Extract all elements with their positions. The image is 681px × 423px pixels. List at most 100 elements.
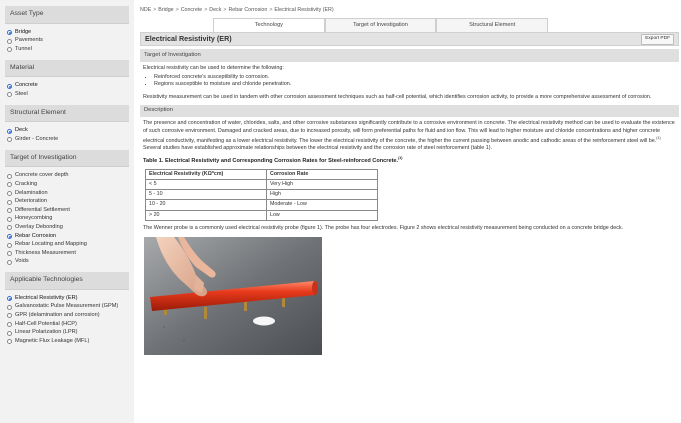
technology-option-gpr-delamination-and-corrosion[interactable]: GPR (delamination and corrosion) (7, 312, 127, 320)
resistivity-table: Electrical Resistivity (KΩ*cm) Corrosion … (145, 168, 378, 221)
radio-button-icon[interactable] (7, 38, 12, 44)
option-label: Pavements (15, 37, 43, 44)
radio-button-icon[interactable] (7, 173, 12, 179)
radio-button-icon[interactable] (7, 242, 12, 248)
target-option-rebar-corrosion[interactable]: Rebar Corrosion (7, 233, 127, 241)
radio-button-icon[interactable] (7, 233, 12, 239)
radio-button-icon[interactable] (7, 137, 12, 143)
target-option-differential-settlement[interactable]: Differential Settlement (7, 207, 127, 215)
technology-option-electrical-resistivity-er[interactable]: Electrical Resistivity (ER) (7, 295, 127, 303)
radio-button-icon[interactable] (7, 251, 12, 257)
tab-target-of-investigation[interactable]: Target of Investigation (324, 17, 437, 33)
asset-type-option-pavements[interactable]: Pavements (7, 37, 127, 45)
table-cell: 10 - 20 (145, 199, 267, 211)
table-row: < 5 Very High (145, 178, 378, 191)
technology-option-linear-polarization-lpr[interactable]: Linear Polarization (LPR) (7, 329, 127, 337)
radio-button-icon[interactable] (7, 128, 12, 134)
table-cell: > 20 (145, 209, 267, 221)
radio-button-icon[interactable] (7, 313, 12, 319)
radio-button-icon[interactable] (7, 30, 12, 36)
wenner-paragraph: The Wenner probe is a commonly used elec… (143, 224, 624, 231)
radio-button-icon[interactable] (7, 199, 12, 205)
radio-button-icon[interactable] (7, 259, 12, 265)
table-caption: Table 1. Electrical Resistivity and Corr… (140, 152, 679, 168)
target-section-heading: Target of Investigation (140, 49, 679, 62)
material-group: Material Concrete Steel (5, 59, 129, 105)
option-label: Voids (15, 258, 29, 265)
table-body: < 5 Very High 5 - 10 High 10 - 20 Moderate - … (145, 178, 378, 221)
breadcrumb-item-nde[interactable]: NDE (140, 7, 151, 13)
tab-technology[interactable]: Technology (213, 17, 325, 33)
structural-element-option-deck[interactable]: Deck (7, 127, 127, 135)
radio-button-icon[interactable] (7, 182, 12, 188)
radio-button-icon[interactable] (7, 216, 12, 222)
table-row: 5 - 10 High (145, 188, 378, 201)
technology-option-half-cell-potential-hcp[interactable]: Half-Cell Potential (HCP) (7, 321, 127, 329)
table-header-row: Electrical Resistivity (KΩ*cm) Corrosion … (145, 168, 378, 180)
target-group: Target of Investigation Concrete cover d… (5, 149, 129, 272)
breadcrumb-item-deck[interactable]: Deck (209, 7, 221, 13)
technologies-group: Applicable Technologies Electrical Resis… (5, 272, 129, 351)
asset-type-heading: Asset Type (5, 6, 129, 24)
asset-type-option-tunnel[interactable]: Tunnel (7, 46, 127, 54)
breadcrumb-item-electrical-resistivity-er: Electrical Resistivity (ER) (274, 7, 334, 13)
structural-element-heading: Structural Element (5, 104, 129, 123)
radio-button-icon[interactable] (7, 225, 12, 231)
tab-structural-element[interactable]: Structural Element (436, 17, 549, 33)
technologies-options: Electrical Resistivity (ER) Galvanostatic… (5, 293, 129, 352)
radio-button-icon[interactable] (7, 92, 12, 98)
material-option-steel[interactable]: Steel (7, 91, 127, 99)
target-heading: Target of Investigation (5, 149, 129, 168)
radio-button-icon[interactable] (7, 330, 12, 336)
technology-option-galvanostatic-pulse-measurement-gpm[interactable]: Galvanostatic Pulse Measurement (GPM) (7, 303, 127, 311)
tab-bar: Technology Target of Investigation Structu… (213, 17, 549, 33)
target-option-honeycombing[interactable]: Honeycombing (7, 215, 127, 223)
target-option-deterioration[interactable]: Deterioration (7, 198, 127, 206)
target-option-cracking[interactable]: Cracking (7, 181, 127, 189)
breadcrumb-separator: > (175, 7, 179, 13)
option-label: Differential Settlement (15, 206, 70, 213)
breadcrumb-item-bridge[interactable]: Bridge (158, 7, 173, 13)
asset-type-option-bridge[interactable]: Bridge (7, 29, 127, 37)
wenner-probe-photo (144, 237, 322, 356)
description-heading: Description (140, 104, 679, 118)
target-bullet-list: Reinforced concrete's susceptibility to … (154, 74, 679, 89)
radio-button-icon[interactable] (7, 321, 12, 327)
structural-element-option-girder-concrete[interactable]: Girder - Concrete (7, 136, 127, 144)
option-label: Deterioration (15, 198, 48, 205)
target-option-rebar-locating-and-mapping[interactable]: Rebar Locating and Mapping (7, 241, 127, 249)
table-header-cell: Corrosion Rate (266, 168, 378, 180)
option-label: Rebar Locating and Mapping (15, 241, 87, 248)
wenner-probe-illustration (144, 237, 322, 356)
radio-button-icon[interactable] (7, 190, 12, 196)
radio-button-icon[interactable] (7, 339, 12, 345)
table-caption-text: Table 1. Electrical Resistivity and Corr… (143, 158, 399, 165)
option-label: Honeycombing (15, 215, 53, 222)
radio-button-icon[interactable] (7, 304, 12, 310)
target-option-thickness-measurement[interactable]: Thickness Measurement (7, 250, 127, 258)
export-pdf-button[interactable]: Export PDF (641, 33, 674, 45)
breadcrumb-item-rebar-corrosion[interactable]: Rebar Corrosion (228, 7, 267, 13)
radio-button-icon[interactable] (7, 208, 12, 214)
bullet-item: Regions susceptible to moisture and chlo… (154, 81, 679, 88)
technology-option-magnetic-flux-leakage-mfl[interactable]: Magnetic Flux Leakage (MFL) (7, 338, 127, 346)
structural-element-options: Deck Girder - Concrete (5, 125, 129, 149)
option-label: Tunnel (15, 46, 32, 53)
breadcrumb-item-concrete[interactable]: Concrete (181, 7, 203, 13)
asset-type-options: Bridge Pavements Tunnel (5, 27, 129, 60)
description-paragraph: The presence and concentration of water,… (140, 117, 679, 152)
option-label: Magnetic Flux Leakage (MFL) (15, 337, 90, 344)
radio-button-icon[interactable] (7, 83, 12, 89)
target-option-concrete-cover-depth[interactable]: Concrete cover depth (7, 172, 127, 180)
material-option-concrete[interactable]: Concrete (7, 82, 127, 90)
option-label: Half-Cell Potential (HCP) (15, 320, 77, 327)
target-option-overlay-debonding[interactable]: Overlay Debonding (7, 224, 127, 232)
option-label: Girder - Concrete (15, 136, 59, 143)
radio-button-icon[interactable] (7, 47, 12, 53)
description-tail-text: Several studies have established approxi… (143, 145, 493, 152)
target-option-delamination[interactable]: Delamination (7, 190, 127, 198)
radio-button-icon[interactable] (7, 296, 12, 302)
description-main-text: The presence and concentration of water,… (143, 120, 675, 144)
target-option-voids[interactable]: Voids (7, 258, 127, 266)
option-label: Electrical Resistivity (ER) (15, 294, 78, 301)
